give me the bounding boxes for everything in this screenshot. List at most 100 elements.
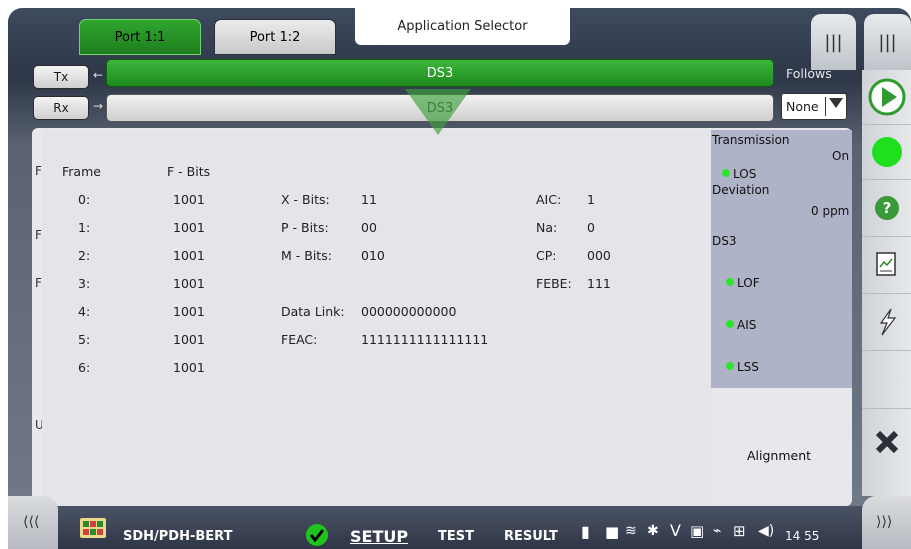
volume-icon: ◀) <box>758 523 775 539</box>
menu-icon: ||| <box>878 31 897 53</box>
camera-icon: ■ <box>605 523 620 541</box>
febe-label: FEBE: <box>536 276 572 291</box>
fbits-value[interactable]: 1001 <box>173 248 205 263</box>
status-led-icon <box>726 278 734 286</box>
inject-icon <box>879 308 896 336</box>
deviation-value: 0 ppm <box>811 204 850 218</box>
report-button[interactable] <box>862 237 911 294</box>
setup-tab[interactable]: SETUP <box>350 527 408 546</box>
status-led-icon <box>726 320 734 328</box>
follows-select-value: None <box>786 99 819 114</box>
frame-index: 5: <box>78 332 91 347</box>
close-button[interactable] <box>862 409 911 475</box>
application-selector-label: Application Selector <box>397 19 528 34</box>
application-selector[interactable]: Application Selector <box>355 8 570 45</box>
fbits-value[interactable]: 1001 <box>173 360 205 375</box>
fbits-value[interactable]: 1001 <box>173 220 205 235</box>
fbits-value[interactable]: 1001 <box>173 332 205 347</box>
arrow-right-icon: → <box>93 99 104 113</box>
m-bits-label: M - Bits: <box>281 248 332 263</box>
chevron-down-icon <box>829 98 843 108</box>
fbits-header: F - Bits <box>167 164 211 179</box>
inject-button[interactable] <box>862 294 911 351</box>
vnc-icon: V <box>670 521 681 540</box>
na-value[interactable]: 0 <box>587 220 595 235</box>
arrow-left-icon: ← <box>93 68 104 82</box>
expand-right-tab[interactable]: ⟩⟩⟩ <box>862 496 911 549</box>
m-bits-value[interactable]: 010 <box>361 248 385 263</box>
edge-letter: F <box>35 276 42 290</box>
feac-label: FEAC: <box>281 332 318 347</box>
aic-label: AIC: <box>536 192 562 207</box>
global-status-button[interactable] <box>862 125 911 180</box>
expand-right-icon: ⟩⟩⟩ <box>876 514 893 530</box>
app-window: Port 1:1 Port 1:2 Application Selector |… <box>8 8 911 549</box>
app-icon <box>80 518 106 538</box>
data-link-label: Data Link: <box>281 304 345 319</box>
select-divider <box>825 97 826 116</box>
frame-index: 3: <box>78 276 91 291</box>
network-icon: ⊞ <box>733 522 746 540</box>
frame-index: 1: <box>78 220 91 235</box>
tx-signal-label: DS3 <box>426 65 454 81</box>
tab-port-1-1-label: Port 1:1 <box>114 29 166 45</box>
help-icon: ? <box>874 196 899 220</box>
result-tab[interactable]: RESULT <box>504 529 558 544</box>
rx-button[interactable]: Rx <box>33 96 89 120</box>
p-bits-value[interactable]: 00 <box>361 220 377 235</box>
tx-button[interactable]: Tx <box>33 65 89 89</box>
start-button[interactable] <box>862 70 911 125</box>
lof-indicator: LOF <box>726 276 760 290</box>
app-name: SDH/PDH-BERT <box>123 529 233 544</box>
x-bits-label: X - Bits: <box>281 192 330 207</box>
na-label: Na: <box>536 220 558 235</box>
play-icon <box>868 78 905 116</box>
tx-label: Tx <box>53 70 69 84</box>
feac-value[interactable]: 1111111111111111 <box>361 332 488 347</box>
status-led-icon <box>722 169 730 177</box>
bluetooth-icon: ✱ <box>647 523 659 539</box>
help-button[interactable]: ? <box>862 180 911 237</box>
cp-label: CP: <box>536 248 557 263</box>
deviation-label: Deviation <box>712 183 770 197</box>
terminal-icon: ▣ <box>690 522 705 540</box>
tx-signal-bar[interactable]: DS3 <box>106 59 774 87</box>
ais-label: AIS <box>737 318 757 332</box>
pointer-triangle <box>405 89 471 135</box>
x-bits-value[interactable]: 11 <box>361 192 377 207</box>
collapse-left-tab[interactable]: ⟨⟨⟨ <box>8 496 58 549</box>
tab-port-1-2-label: Port 1:2 <box>249 29 301 45</box>
frame-index: 4: <box>78 304 91 319</box>
test-tab[interactable]: TEST <box>438 529 474 544</box>
edge-letter: F <box>35 164 42 178</box>
lss-label: LSS <box>737 360 759 374</box>
fbits-value[interactable]: 1001 <box>173 304 205 319</box>
edge-letter: F <box>35 228 42 242</box>
empty-slot <box>862 351 911 409</box>
ds3-label: DS3 <box>712 234 737 248</box>
cp-value[interactable]: 000 <box>587 248 611 263</box>
frame-index: 2: <box>78 248 91 263</box>
transmission-label: Transmission <box>712 133 790 147</box>
close-icon <box>875 430 898 454</box>
fbits-value[interactable]: 1001 <box>173 276 205 291</box>
los-indicator: LOS <box>722 167 756 181</box>
menu-tab-1[interactable]: ||| <box>811 14 856 70</box>
aic-value[interactable]: 1 <box>587 192 595 207</box>
tab-port-1-2[interactable]: Port 1:2 <box>214 19 336 55</box>
los-label: LOS <box>733 167 757 181</box>
clock: 14 55 <box>785 529 820 543</box>
tab-port-1-1[interactable]: Port 1:1 <box>79 19 201 55</box>
follows-select[interactable]: None <box>781 93 847 120</box>
status-led-icon <box>871 137 902 167</box>
collapse-left-icon: ⟨⟨⟨ <box>23 514 40 530</box>
p-bits-label: P - Bits: <box>281 220 329 235</box>
report-icon <box>875 252 896 276</box>
menu-tab-2[interactable]: ||| <box>864 14 911 70</box>
battery-icon: ▮ <box>581 522 590 541</box>
fbits-value[interactable]: 1001 <box>173 192 205 207</box>
febe-value[interactable]: 111 <box>587 276 611 291</box>
frame-index: 0: <box>78 192 91 207</box>
menu-icon: ||| <box>824 31 843 53</box>
data-link-value[interactable]: 000000000000 <box>361 304 456 319</box>
